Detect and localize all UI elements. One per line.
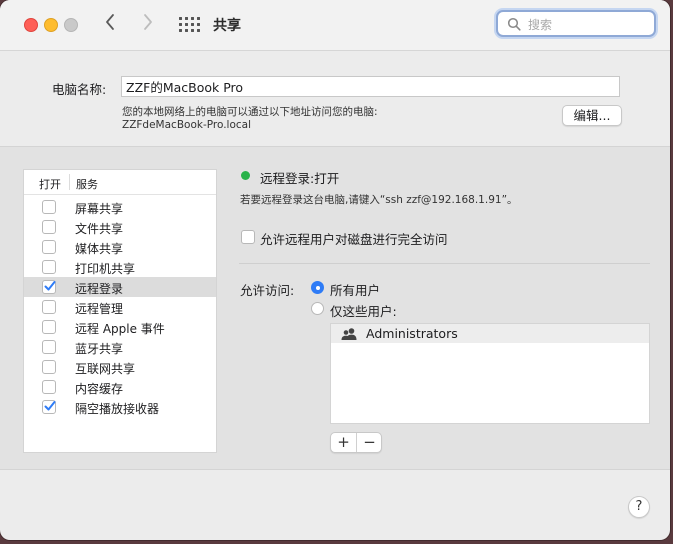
service-checkbox[interactable] xyxy=(42,260,56,274)
local-hostname: ZZFdeMacBook-Pro.local xyxy=(122,119,252,131)
service-row[interactable]: 互联网共享 xyxy=(24,357,216,377)
service-row[interactable]: 内容缓存 xyxy=(24,377,216,397)
forward-icon[interactable] xyxy=(142,13,154,35)
service-checkbox[interactable] xyxy=(42,380,56,394)
search-input[interactable] xyxy=(526,15,650,35)
service-row[interactable]: 打印机共享 xyxy=(24,257,216,277)
full-disk-access-label[interactable]: 允许远程用户对磁盘进行完全访问 xyxy=(260,229,448,248)
column-separator xyxy=(69,174,70,190)
service-row[interactable]: 文件共享 xyxy=(24,217,216,237)
service-checkbox[interactable] xyxy=(42,300,56,314)
title-bar: 共享 xyxy=(0,0,670,51)
service-list-header: 打开 服务 xyxy=(24,170,216,195)
service-checkbox[interactable] xyxy=(42,220,56,234)
column-header-service[interactable]: 服务 xyxy=(76,176,98,192)
service-label: 内容缓存 xyxy=(75,382,124,396)
service-checkbox[interactable] xyxy=(42,280,56,294)
service-label: 文件共享 xyxy=(75,222,124,236)
close-button[interactable] xyxy=(24,18,38,32)
show-all-grid-icon[interactable] xyxy=(179,17,200,33)
service-label: 打印机共享 xyxy=(75,262,136,276)
help-button[interactable]: ? xyxy=(628,496,650,518)
users-list: Administrators xyxy=(330,323,650,424)
minimize-button[interactable] xyxy=(44,18,58,32)
service-row[interactable]: 媒体共享 xyxy=(24,237,216,257)
allow-access-label: 允许访问: xyxy=(240,283,295,298)
service-label: 蓝牙共享 xyxy=(75,342,124,356)
service-row[interactable]: 远程管理 xyxy=(24,297,216,317)
checkmark-icon xyxy=(44,401,56,411)
all-users-label[interactable]: 所有用户 xyxy=(330,280,380,299)
computer-name-description: 您的本地网络上的电脑可以通过以下地址访问您的电脑: xyxy=(122,106,378,118)
service-checkbox[interactable] xyxy=(42,400,56,414)
add-user-button[interactable]: + xyxy=(331,433,356,452)
service-label: 远程 Apple 事件 xyxy=(75,322,165,336)
service-status: 远程登录:打开 xyxy=(260,171,340,186)
checkmark-icon xyxy=(44,281,56,291)
service-checkbox[interactable] xyxy=(42,240,56,254)
edit-button[interactable]: 编辑... xyxy=(562,105,622,126)
list-item[interactable]: Administrators xyxy=(331,324,649,343)
only-these-users-label[interactable]: 仅这些用户: xyxy=(330,301,397,320)
service-label: 互联网共享 xyxy=(75,362,136,376)
service-label: 远程登录 xyxy=(75,282,124,296)
service-row[interactable]: 屏幕共享 xyxy=(24,197,216,217)
service-label: 屏幕共享 xyxy=(75,202,124,216)
divider xyxy=(239,263,650,264)
all-users-radio[interactable] xyxy=(311,281,324,294)
service-row[interactable]: 远程登录 xyxy=(24,277,216,297)
sharing-window: 共享 电脑名称: 您的本地网络上的电脑可以通过以下地址访问您的电脑: ZZFde… xyxy=(0,0,670,540)
column-header-open[interactable]: 打开 xyxy=(39,176,61,192)
computer-name-field[interactable] xyxy=(121,76,620,97)
service-label: 隔空播放接收器 xyxy=(75,402,160,416)
search-icon xyxy=(507,17,521,31)
zoom-button[interactable] xyxy=(64,18,78,32)
service-label: 远程管理 xyxy=(75,302,124,316)
service-label: 媒体共享 xyxy=(75,242,124,256)
service-checkbox[interactable] xyxy=(42,360,56,374)
back-icon[interactable] xyxy=(104,13,116,35)
window-title: 共享 xyxy=(213,18,241,34)
service-row[interactable]: 远程 Apple 事件 xyxy=(24,317,216,337)
full-disk-access-checkbox[interactable] xyxy=(241,230,255,244)
add-remove-buttons: + − xyxy=(330,432,382,453)
service-checkbox[interactable] xyxy=(42,340,56,354)
service-checkbox[interactable] xyxy=(42,320,56,334)
remove-user-button[interactable]: − xyxy=(356,433,382,452)
user-group-label: Administrators xyxy=(366,326,458,341)
service-list: 打开 服务 屏幕共享文件共享媒体共享打印机共享远程登录远程管理远程 Apple … xyxy=(23,169,217,453)
service-row[interactable]: 隔空播放接收器 xyxy=(24,397,216,417)
computer-name-label: 电脑名称: xyxy=(52,82,107,97)
user-group-icon xyxy=(341,328,357,340)
only-these-users-radio[interactable] xyxy=(311,302,324,315)
status-indicator xyxy=(241,171,250,180)
search-field[interactable] xyxy=(496,10,656,37)
service-row[interactable]: 蓝牙共享 xyxy=(24,337,216,357)
service-checkbox[interactable] xyxy=(42,200,56,214)
ssh-hint: 若要远程登录这台电脑,请键入“ssh zzf@192.168.1.91”。 xyxy=(240,194,518,206)
